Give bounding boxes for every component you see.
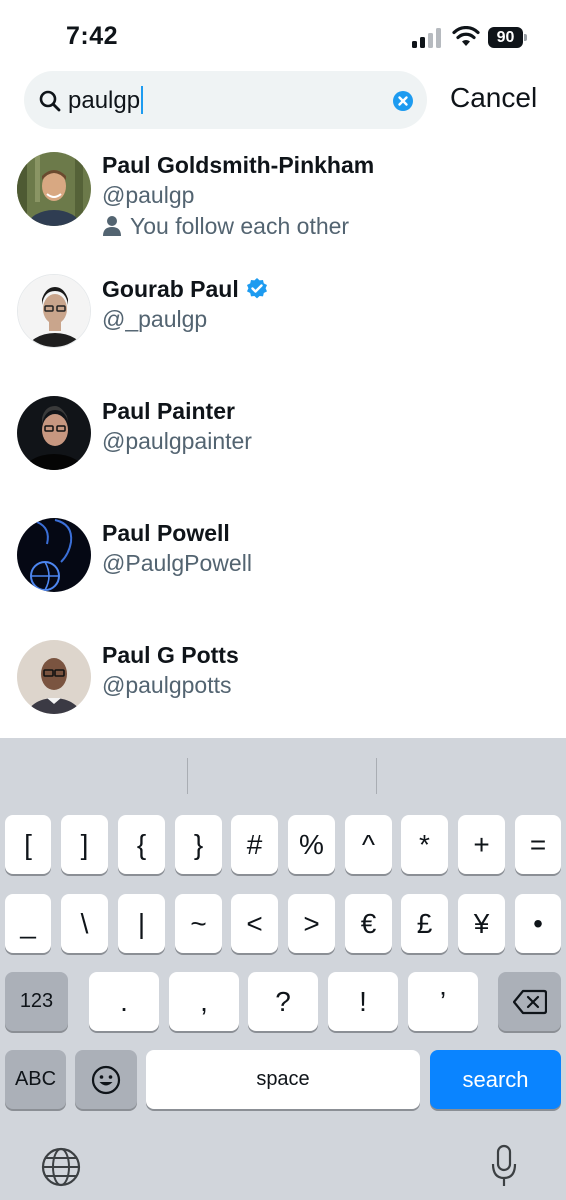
- key[interactable]: ^: [345, 815, 392, 874]
- result-text: Paul Goldsmith-Pinkham @paulgp You follo…: [102, 150, 374, 242]
- key[interactable]: €: [345, 894, 392, 953]
- key[interactable]: _: [5, 894, 51, 953]
- key[interactable]: #: [231, 815, 278, 874]
- key[interactable]: •: [515, 894, 561, 953]
- search-icon: [39, 90, 61, 112]
- avatar: [17, 152, 91, 226]
- numbers-mode-key[interactable]: 123: [5, 972, 68, 1031]
- result-name: Paul G Potts: [102, 640, 239, 670]
- microphone-icon[interactable]: [490, 1144, 518, 1190]
- result-handle: @paulgp: [102, 182, 195, 208]
- globe-icon[interactable]: [41, 1147, 81, 1187]
- status-time: 7:42: [66, 22, 119, 50]
- result-name-text: Gourab Paul: [102, 276, 239, 302]
- avatar: [17, 396, 91, 470]
- key[interactable]: |: [118, 894, 165, 953]
- verified-badge-icon: [246, 278, 267, 299]
- result-text: Paul G Potts @paulgpotts: [102, 640, 239, 700]
- person-icon: [103, 216, 121, 236]
- key[interactable]: *: [401, 815, 448, 874]
- key[interactable]: ¥: [458, 894, 505, 953]
- result-name-text: Paul Goldsmith-Pinkham: [102, 152, 375, 178]
- result-handle: @_paulgp: [102, 306, 208, 332]
- avatar: [17, 640, 91, 714]
- key[interactable]: [: [5, 815, 51, 874]
- keyboard: [ ] { } # % ^ * + = _ \ | ~ < > € £ ¥ • …: [0, 738, 566, 1200]
- result-name-text: Paul G Potts: [102, 642, 239, 668]
- search-result-item[interactable]: Gourab Paul @_paulgp: [0, 264, 566, 374]
- search-result-item[interactable]: Paul Painter @paulgpainter: [0, 388, 566, 498]
- key[interactable]: =: [515, 815, 561, 874]
- battery-tip: [524, 34, 527, 41]
- follow-note: You follow each other: [130, 213, 350, 239]
- key[interactable]: {: [118, 815, 165, 874]
- key[interactable]: .: [89, 972, 159, 1031]
- suggestion-divider: [187, 758, 188, 794]
- result-name-text: Paul Powell: [102, 520, 230, 546]
- search-key[interactable]: search: [430, 1050, 561, 1109]
- clear-icon[interactable]: [392, 90, 414, 112]
- key[interactable]: ,: [169, 972, 239, 1031]
- search-result-item[interactable]: Paul Goldsmith-Pinkham @paulgp You follo…: [0, 140, 566, 250]
- backspace-icon: [512, 989, 547, 1014]
- search-result-item[interactable]: Paul Powell @PaulgPowell: [0, 510, 566, 620]
- result-text: Paul Powell @PaulgPowell: [102, 518, 252, 578]
- key[interactable]: !: [328, 972, 398, 1031]
- result-name: Paul Powell: [102, 518, 252, 548]
- key[interactable]: ?: [248, 972, 318, 1031]
- search-query: paulgp: [68, 87, 141, 114]
- key[interactable]: \: [61, 894, 108, 953]
- search-result-item[interactable]: Paul G Potts @paulgpotts: [0, 632, 566, 742]
- result-handle: @paulgpotts: [102, 672, 232, 698]
- cellular-signal-icon: [412, 28, 441, 48]
- result-name: Paul Painter: [102, 396, 252, 426]
- key[interactable]: ’: [408, 972, 478, 1031]
- result-name: Paul Goldsmith-Pinkham: [102, 150, 374, 180]
- battery-level: 90: [488, 27, 523, 48]
- key[interactable]: £: [401, 894, 448, 953]
- result-name-text: Paul Painter: [102, 398, 235, 424]
- result-text: Gourab Paul @_paulgp: [102, 274, 269, 334]
- result-handle: @PaulgPowell: [102, 550, 252, 576]
- backspace-key[interactable]: [498, 972, 561, 1031]
- avatar: [17, 518, 91, 592]
- status-bar: 7:42 90: [0, 0, 566, 72]
- cancel-button[interactable]: Cancel: [450, 82, 537, 114]
- key[interactable]: %: [288, 815, 335, 874]
- search-query-text: paulgp: [68, 86, 144, 115]
- key[interactable]: +: [458, 815, 505, 874]
- emoji-key[interactable]: [75, 1050, 137, 1109]
- abc-mode-key[interactable]: ABC: [5, 1050, 66, 1109]
- result-name: Gourab Paul: [102, 274, 269, 304]
- key[interactable]: ]: [61, 815, 108, 874]
- key[interactable]: <: [231, 894, 278, 953]
- emoji-icon: [91, 1065, 121, 1094]
- result-text: Paul Painter @paulgpainter: [102, 396, 252, 456]
- result-handle: @paulgpainter: [102, 428, 252, 454]
- key[interactable]: ~: [175, 894, 222, 953]
- space-key[interactable]: space: [146, 1050, 420, 1109]
- text-caret: [141, 86, 144, 114]
- key[interactable]: >: [288, 894, 335, 953]
- suggestion-divider: [376, 758, 377, 794]
- key[interactable]: }: [175, 815, 222, 874]
- follow-relationship: You follow each other: [102, 210, 374, 242]
- search-input[interactable]: paulgp: [24, 71, 427, 129]
- avatar: [17, 274, 91, 348]
- battery-indicator: 90: [488, 27, 528, 48]
- wifi-icon: [452, 26, 480, 46]
